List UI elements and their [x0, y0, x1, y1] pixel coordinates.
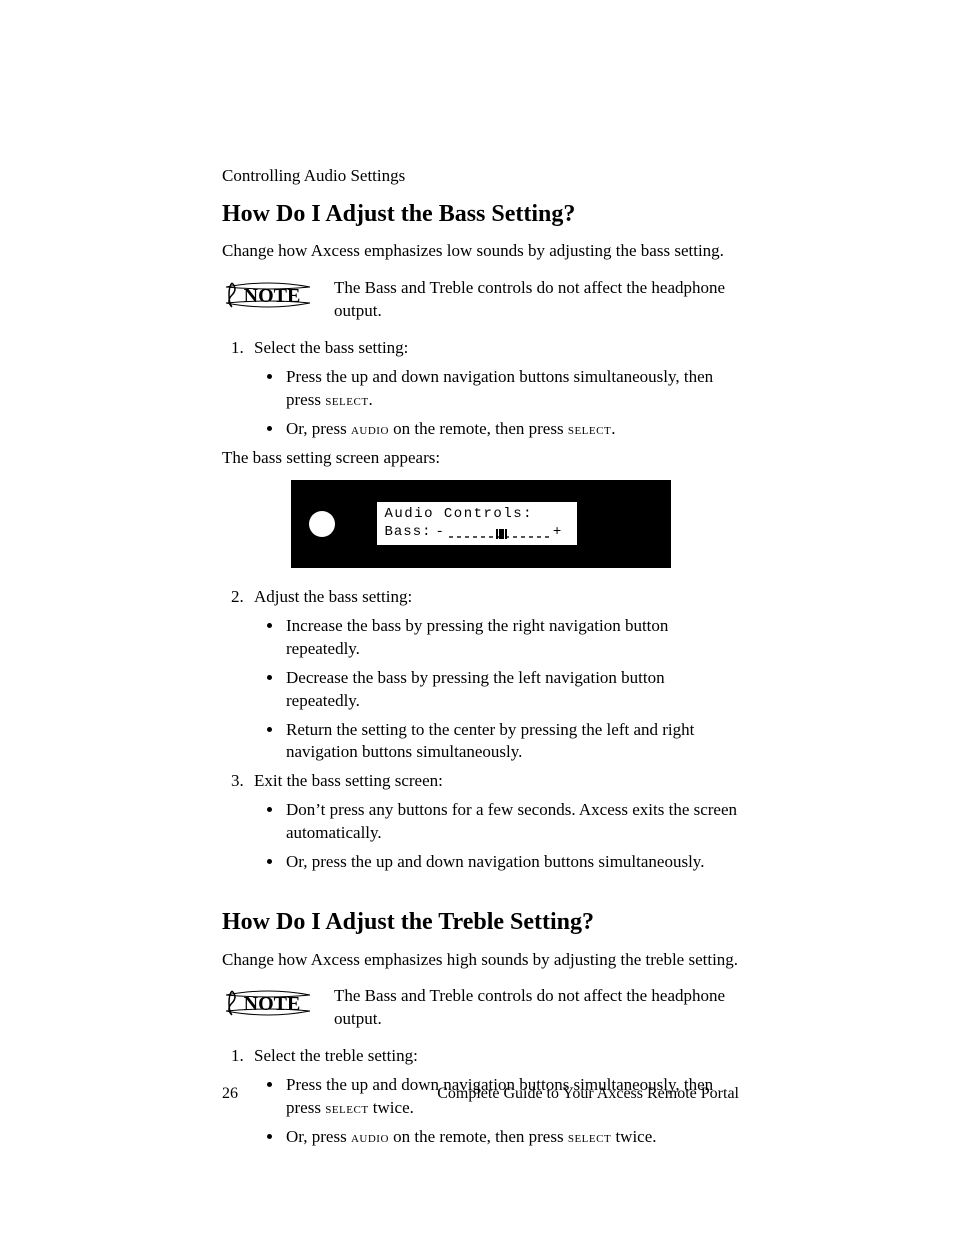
- slider-thumb-icon: [499, 529, 504, 539]
- text: on the remote, then press: [389, 1127, 568, 1146]
- smallcaps-audio: audio: [351, 1129, 389, 1146]
- lcd-line-1: Audio Controls:: [385, 506, 569, 524]
- text: on the remote, then press: [389, 419, 568, 438]
- note-icon: NOTE: [222, 985, 314, 1021]
- note-icon: NOTE: [222, 277, 314, 313]
- smallcaps-select: select: [568, 421, 611, 438]
- note-text-bass: The Bass and Treble controls do not affe…: [334, 277, 739, 323]
- lcd-screen-figure: Audio Controls: Bass: - +: [291, 480, 671, 568]
- intro-treble: Change how Axcess emphasizes high sounds…: [222, 949, 739, 972]
- steps-bass-2: Adjust the bass setting: Increase the ba…: [222, 586, 739, 874]
- step-1: Select the bass setting: Press the up an…: [248, 337, 739, 441]
- page-footer: 26 Complete Guide to Your Axcess Remote …: [222, 1083, 739, 1105]
- step-1-bullets: Press the up and down navigation buttons…: [254, 366, 739, 441]
- bullet: Decrease the bass by pressing the left n…: [284, 667, 739, 713]
- smallcaps-audio: audio: [351, 421, 389, 438]
- lcd-minus: -: [436, 524, 445, 542]
- lcd-plus: +: [553, 524, 562, 542]
- bullet: Or, press audio on the remote, then pres…: [284, 1126, 739, 1149]
- device-bezel: Audio Controls: Bass: - +: [291, 480, 671, 568]
- section-header: Controlling Audio Settings: [222, 165, 739, 188]
- text: Or, press: [286, 1127, 351, 1146]
- after-step1: The bass setting screen appears:: [222, 447, 739, 470]
- text: twice.: [611, 1127, 656, 1146]
- led-indicator-icon: [309, 511, 335, 537]
- document-page: Controlling Audio Settings How Do I Adju…: [0, 0, 954, 1235]
- lcd-label: Bass:: [385, 524, 432, 542]
- heading-bass: How Do I Adjust the Bass Setting?: [222, 198, 739, 230]
- note-text-treble: The Bass and Treble controls do not affe…: [334, 985, 739, 1031]
- lcd-display: Audio Controls: Bass: - +: [377, 502, 577, 545]
- step-3-text: Exit the bass setting screen:: [254, 771, 443, 790]
- lcd-line-2: Bass: - +: [385, 524, 569, 542]
- bullet: Press the up and down navigation buttons…: [284, 366, 739, 412]
- intro-bass: Change how Axcess emphasizes low sounds …: [222, 240, 739, 263]
- step-1-text: Select the treble setting:: [254, 1046, 418, 1065]
- note-word: NOTE: [244, 285, 301, 307]
- note-block-bass: NOTE The Bass and Treble controls do not…: [222, 277, 739, 323]
- smallcaps-select: select: [325, 392, 368, 409]
- step-2: Adjust the bass setting: Increase the ba…: [248, 586, 739, 765]
- book-title: Complete Guide to Your Axcess Remote Por…: [437, 1083, 739, 1105]
- smallcaps-select: select: [568, 1129, 611, 1146]
- bullet: Don’t press any buttons for a few second…: [284, 799, 739, 845]
- bullet: Return the setting to the center by pres…: [284, 719, 739, 765]
- bullet: Or, press audio on the remote, then pres…: [284, 418, 739, 441]
- text: .: [611, 419, 615, 438]
- heading-treble: How Do I Adjust the Treble Setting?: [222, 906, 739, 938]
- step-3-bullets: Don’t press any buttons for a few second…: [254, 799, 739, 874]
- page-number: 26: [222, 1083, 238, 1105]
- bullet: Or, press the up and down navigation but…: [284, 851, 739, 874]
- step-3: Exit the bass setting screen: Don’t pres…: [248, 770, 739, 874]
- steps-bass-1: Select the bass setting: Press the up an…: [222, 337, 739, 441]
- step-2-bullets: Increase the bass by pressing the right …: [254, 615, 739, 765]
- note-word: NOTE: [244, 993, 301, 1015]
- step-1-text: Select the bass setting:: [254, 338, 408, 357]
- text: .: [369, 390, 373, 409]
- note-block-treble: NOTE The Bass and Treble controls do not…: [222, 985, 739, 1031]
- bullet: Increase the bass by pressing the right …: [284, 615, 739, 661]
- lcd-slider: [449, 527, 549, 539]
- text: Or, press: [286, 419, 351, 438]
- step-2-text: Adjust the bass setting:: [254, 587, 412, 606]
